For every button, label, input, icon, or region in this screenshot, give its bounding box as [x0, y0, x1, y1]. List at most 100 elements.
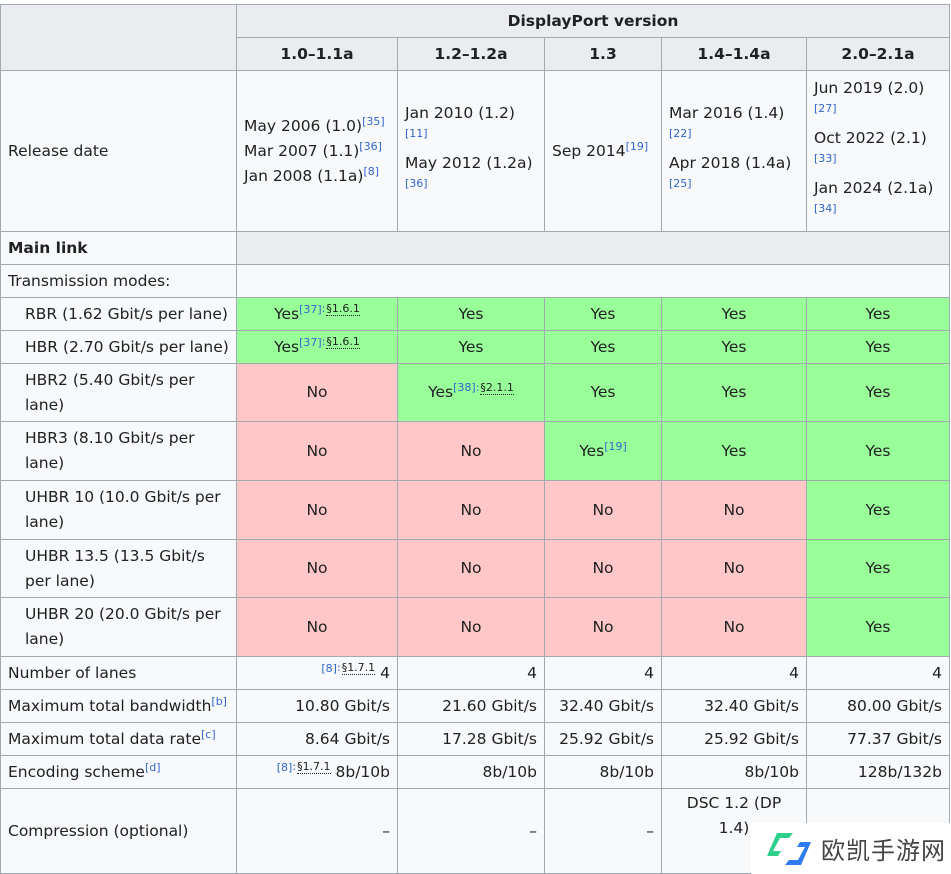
stat-value: 25.92 Gbit/s	[704, 729, 799, 748]
citation-link[interactable]: [36]	[359, 139, 382, 152]
citation-link[interactable]: [8]	[277, 760, 293, 773]
stat-value-cell: 17.28 Gbit/s	[397, 722, 545, 756]
citation-link[interactable]: [19]	[626, 139, 649, 152]
compression-cell: –	[544, 788, 662, 874]
section-link[interactable]: §1.7.1	[341, 661, 376, 676]
support-yes-cell: Yes	[661, 421, 807, 481]
corner-cell	[0, 4, 237, 71]
support-value: Yes	[865, 559, 891, 577]
citation-link[interactable]: [22]	[669, 127, 692, 140]
support-value: Yes	[865, 337, 891, 356]
row-label: Maximum total data rate[c]	[0, 722, 237, 756]
stat-value: 32.40 Gbit/s	[559, 696, 654, 715]
mode-row: HBR3 (8.10 Gbit/s per lane) No No Yes[19] Ye…	[0, 421, 950, 481]
section-ref: :§2.1.1	[475, 380, 514, 395]
compression-value: –	[529, 821, 537, 840]
stat-value: 32.40 Gbit/s	[704, 696, 799, 715]
support-no-cell: No	[544, 539, 662, 598]
citation-link[interactable]: [27]	[814, 102, 837, 115]
stat-value-cell: 80.00 Gbit/s	[806, 689, 950, 723]
citation-link[interactable]: [34]	[814, 202, 837, 215]
citation-link[interactable]: [35]	[362, 114, 385, 127]
row-label: Number of lanes	[0, 656, 237, 690]
row-label-text: Number of lanes	[8, 663, 137, 682]
row-label: UHBR 13.5 (13.5 Gbit/s per lane)	[0, 539, 237, 598]
support-value: No	[306, 559, 328, 577]
support-value: No	[306, 617, 328, 636]
support-yes-cell: Yes	[544, 363, 662, 422]
compression-cell: –	[236, 788, 398, 874]
row-label: Transmission modes:	[0, 264, 237, 298]
release-date-cell: Mar 2016 (1.4) [22] Apr 2018 (1.4a) [25]	[661, 70, 807, 232]
citation-link[interactable]: [33]	[814, 152, 837, 165]
row-label: Encoding scheme[d]	[0, 755, 237, 789]
release-entry: Jan 2024 (2.1a) [34]	[814, 176, 942, 226]
release-text: Jan 2024 (2.1a)	[814, 179, 934, 197]
section-link[interactable]: §1.6.1	[326, 335, 360, 350]
support-no-cell: No	[661, 597, 807, 657]
stat-value: 10.80 Gbit/s	[295, 696, 390, 715]
support-value: No	[460, 559, 482, 577]
release-text: Oct 2022 (2.1)	[814, 129, 927, 147]
footnote-link[interactable]: [b]	[211, 694, 227, 707]
citation-link[interactable]: [8]	[363, 164, 379, 177]
citation-link[interactable]: [38]	[453, 381, 476, 394]
support-value: Yes	[428, 383, 454, 401]
row-label: UHBR 10 (10.0 Gbit/s per lane)	[0, 480, 237, 540]
citation-link[interactable]: [25]	[669, 177, 692, 190]
support-no-cell: No	[661, 539, 807, 598]
support-no-cell: No	[544, 480, 662, 540]
release-text: May 2012 (1.2a)	[405, 154, 533, 172]
release-entry: May 2006 (1.0)[35]	[244, 114, 390, 139]
row-label-text: Maximum total data rate	[8, 729, 201, 748]
stat-value: 8b/10b	[599, 762, 655, 781]
stat-value: 8b/10b	[482, 762, 538, 781]
stat-value-cell: 32.40 Gbit/s	[661, 689, 807, 723]
section-link[interactable]: §2.1.1	[480, 380, 514, 395]
row-label: UHBR 20 (20.0 Gbit/s per lane)	[0, 597, 237, 657]
support-value: No	[460, 441, 482, 460]
support-value: No	[306, 441, 328, 460]
release-text: Mar 2007 (1.1)	[244, 141, 360, 160]
citation-link[interactable]: [37]	[299, 302, 322, 315]
release-entry: Mar 2016 (1.4) [22]	[669, 101, 799, 151]
row-label: HBR (2.70 Gbit/s per lane)	[0, 330, 237, 364]
stat-value: 128b/132b	[857, 762, 942, 781]
release-date-row: Release date May 2006 (1.0)[35] Mar 2007 (…	[0, 70, 950, 232]
citation-link[interactable]: [11]	[405, 127, 428, 140]
row-label: Maximum total bandwidth[b]	[0, 689, 237, 723]
support-no-cell: No	[544, 597, 662, 657]
stat-value-cell: 32.40 Gbit/s	[544, 689, 662, 723]
stat-value-cell: 4	[544, 656, 662, 690]
footnote-link[interactable]: [c]	[201, 727, 216, 740]
section-filler	[236, 231, 950, 265]
section-ref: :§1.6.1	[321, 335, 360, 350]
mode-row: RBR (1.62 Gbit/s per lane) Yes[37]:§1.6.1…	[0, 297, 950, 331]
footnote-link[interactable]: [d]	[145, 760, 161, 773]
stat-value-cell: 77.37 Gbit/s	[806, 722, 950, 756]
stat-value-cell: 128b/132b	[806, 755, 950, 789]
support-yes-cell: Yes	[661, 363, 807, 422]
citation-link[interactable]: [36]	[405, 177, 428, 190]
support-value: No	[592, 500, 614, 519]
support-yes-cell: Yes	[661, 330, 807, 364]
stat-value: 8b/10b	[744, 762, 800, 781]
support-yes-cell: Yes	[806, 421, 950, 481]
support-no-cell: No	[397, 421, 545, 481]
stat-value-cell: [8]:§1.7.1 4	[236, 656, 398, 690]
support-value: No	[723, 617, 745, 636]
version-header: 1.4–1.4a	[661, 37, 807, 71]
section-link[interactable]: §1.7.1	[297, 760, 331, 775]
support-no-cell: No	[236, 539, 398, 598]
support-value: Yes	[721, 441, 747, 460]
support-value: Yes	[274, 304, 300, 323]
citation-link[interactable]: [19]	[604, 439, 627, 452]
citation-link[interactable]: [37]	[299, 335, 322, 348]
row-label: Release date	[0, 70, 237, 232]
stat-value: 80.00 Gbit/s	[847, 696, 942, 715]
citation-link[interactable]: [8]	[321, 661, 337, 674]
support-value: Yes	[274, 337, 300, 356]
section-link[interactable]: §1.6.1	[326, 302, 360, 317]
watermark-text: 欧凯手游网	[821, 837, 946, 865]
row-label: Compression (optional)	[0, 788, 237, 874]
